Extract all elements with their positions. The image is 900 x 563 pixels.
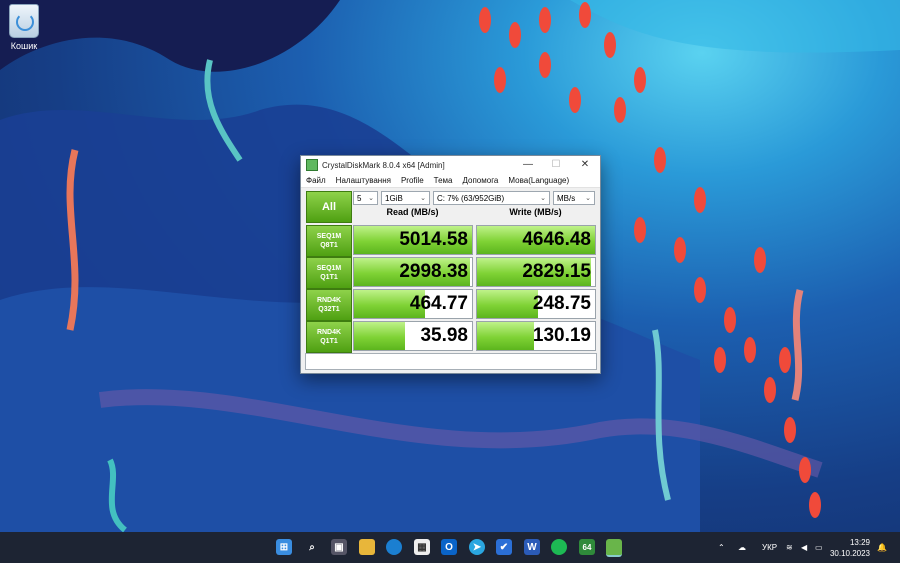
menu-profile[interactable]: Profile bbox=[396, 176, 429, 185]
hwinfo-64-icon[interactable]: 64 bbox=[579, 539, 595, 555]
write-header: Write (MB/s) bbox=[509, 207, 562, 217]
search-icon[interactable]: ⌕ bbox=[304, 539, 320, 555]
start-windows-icon[interactable]: ⊞ bbox=[276, 539, 292, 555]
test-label-line2: Q32T1 bbox=[318, 306, 340, 313]
read-result-cell: 35.98 bbox=[353, 321, 473, 351]
recycle-bin-icon[interactable]: Кошик bbox=[4, 4, 44, 51]
language-indicator[interactable]: УКР bbox=[762, 532, 777, 563]
wifi-icon[interactable]: ≋ bbox=[786, 532, 793, 563]
write-result-value: 2829.15 bbox=[522, 261, 591, 282]
chevron-down-icon: ⌄ bbox=[368, 195, 374, 202]
read-result-bar bbox=[354, 322, 405, 350]
chevron-down-icon: ⌄ bbox=[420, 195, 426, 202]
recycle-bin-graphic bbox=[9, 4, 39, 38]
edge-browser-icon[interactable] bbox=[386, 539, 402, 555]
size-select-value: 1GiB bbox=[385, 194, 403, 203]
benchmark-panel: All 5 ⌄ 1GiB ⌄ C: 7% (63/952GiB) ⌄ MB/s ⌄ Re… bbox=[304, 191, 597, 223]
drive-select-value: C: 7% (63/952GiB) bbox=[437, 194, 505, 203]
test-label-button[interactable]: SEQ1M Q1T1 bbox=[306, 257, 352, 289]
cloud-icon[interactable]: ☁ bbox=[738, 532, 746, 563]
write-result-value: 248.75 bbox=[532, 293, 591, 314]
read-result-cell: 464.77 bbox=[353, 289, 473, 319]
outlook-icon[interactable]: O bbox=[441, 539, 457, 555]
recycle-bin-label: Кошик bbox=[10, 41, 38, 51]
test-label-line1: SEQ1M bbox=[316, 233, 342, 240]
write-result-cell: 248.75 bbox=[476, 289, 596, 319]
test-label-button[interactable]: RND4K Q1T1 bbox=[306, 321, 352, 353]
menu-language[interactable]: Мова(Language) bbox=[503, 176, 574, 185]
write-result-bar bbox=[477, 322, 534, 350]
store-icon[interactable]: ▦ bbox=[414, 539, 430, 555]
test-label-line2: Q8T1 bbox=[320, 242, 338, 249]
telegram-icon[interactable]: ➤ bbox=[469, 539, 485, 555]
test-label-line2: Q1T1 bbox=[320, 274, 338, 281]
write-result-cell: 130.19 bbox=[476, 321, 596, 351]
maximize-button[interactable]: ☐ bbox=[542, 156, 570, 174]
chevron-down-icon: ⌄ bbox=[540, 195, 546, 202]
menu-file[interactable]: Файл bbox=[301, 176, 331, 185]
menu-bar: Файл Налаштування Profile Тема Допомога … bbox=[301, 174, 600, 188]
task-view-icon[interactable]: ▣ bbox=[331, 539, 347, 555]
read-result-cell: 2998.38 bbox=[353, 257, 473, 287]
crystaldiskmark-app-icon bbox=[306, 159, 318, 171]
count-select[interactable]: 5 ⌄ bbox=[353, 191, 378, 205]
volume-icon[interactable]: ◀ bbox=[801, 532, 807, 563]
read-result-cell: 5014.58 bbox=[353, 225, 473, 255]
write-result-cell: 4646.48 bbox=[476, 225, 596, 255]
window-title: CrystalDiskMark 8.0.4 x64 [Admin] bbox=[322, 160, 445, 170]
clock-date: 30.10.2023 bbox=[829, 549, 870, 558]
menu-theme[interactable]: Тема bbox=[429, 176, 458, 185]
notification-bell-icon[interactable]: 🔔 bbox=[877, 532, 887, 563]
title-bar[interactable]: CrystalDiskMark 8.0.4 x64 [Admin] — ☐ ✕ bbox=[301, 156, 600, 174]
menu-settings[interactable]: Налаштування bbox=[331, 176, 396, 185]
todo-check-icon[interactable]: ✔ bbox=[496, 539, 512, 555]
word-icon[interactable]: W bbox=[524, 539, 540, 555]
chevron-up-icon[interactable]: ⌃ bbox=[718, 532, 725, 563]
clock[interactable]: 13:29 30.10.2023 bbox=[830, 537, 870, 559]
crystaldiskmark-taskbar-icon[interactable] bbox=[606, 539, 622, 557]
all-button[interactable]: All bbox=[306, 191, 352, 223]
test-label-line2: Q1T1 bbox=[320, 338, 338, 345]
spotify-icon[interactable] bbox=[551, 539, 567, 555]
clock-time: 13:29 bbox=[849, 538, 870, 547]
test-label-line1: RND4K bbox=[316, 329, 342, 336]
write-result-bar bbox=[477, 290, 539, 318]
read-result-value: 464.77 bbox=[409, 293, 468, 314]
test-label-line1: RND4K bbox=[316, 297, 342, 304]
write-result-value: 130.19 bbox=[532, 325, 591, 346]
minimize-button[interactable]: — bbox=[514, 156, 542, 174]
read-result-value: 2998.38 bbox=[399, 261, 468, 282]
file-explorer-icon[interactable] bbox=[359, 539, 375, 555]
chevron-down-icon: ⌄ bbox=[585, 195, 591, 202]
read-result-value: 5014.58 bbox=[399, 229, 468, 250]
test-label-button[interactable]: RND4K Q32T1 bbox=[306, 289, 352, 321]
test-label-button[interactable]: SEQ1M Q8T1 bbox=[306, 225, 352, 257]
crystaldiskmark-window: CrystalDiskMark 8.0.4 x64 [Admin] — ☐ ✕ … bbox=[300, 155, 601, 374]
read-result-value: 35.98 bbox=[420, 325, 468, 346]
unit-select[interactable]: MB/s ⌄ bbox=[553, 191, 595, 205]
desktop-background: Кошик CrystalDiskMark 8.0.4 x64 [Admin] … bbox=[0, 0, 900, 532]
close-button[interactable]: ✕ bbox=[571, 156, 599, 174]
count-select-value: 5 bbox=[357, 194, 362, 203]
battery-icon[interactable]: ▭ bbox=[815, 532, 823, 563]
read-header: Read (MB/s) bbox=[386, 207, 439, 217]
taskbar: ⊞ ⌕ ▣ ▦ O ➤ ✔ W 64 ⌃ ☁ УКР ≋ ◀ ▭ 13:29 3… bbox=[0, 532, 900, 563]
menu-help[interactable]: Допомога bbox=[458, 176, 504, 185]
write-result-value: 4646.48 bbox=[522, 229, 591, 250]
unit-select-value: MB/s bbox=[557, 194, 576, 203]
drive-select[interactable]: C: 7% (63/952GiB) ⌄ bbox=[433, 191, 550, 205]
comment-field[interactable] bbox=[305, 353, 597, 370]
size-select[interactable]: 1GiB ⌄ bbox=[381, 191, 430, 205]
test-label-line1: SEQ1M bbox=[316, 265, 342, 272]
write-result-cell: 2829.15 bbox=[476, 257, 596, 287]
